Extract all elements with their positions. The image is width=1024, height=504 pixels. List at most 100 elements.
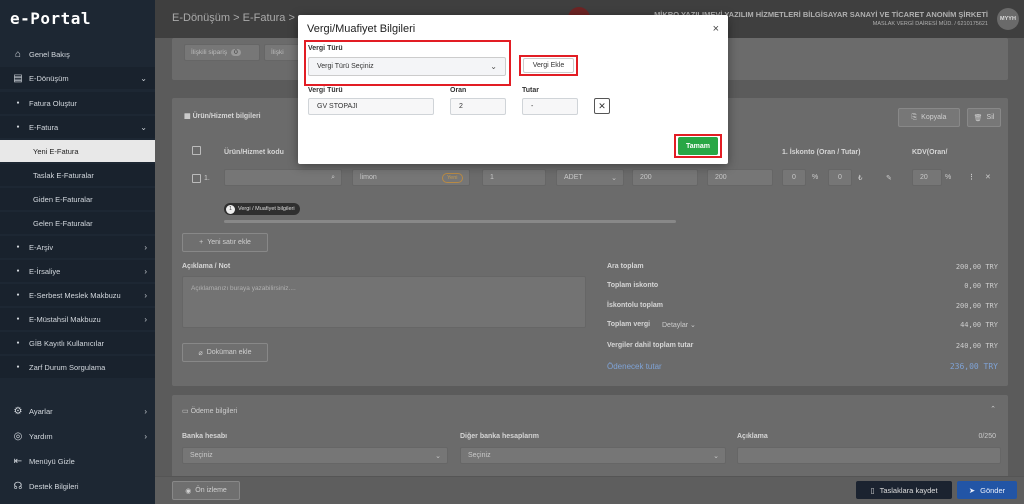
add-row-button[interactable]: + Yeni satır ekle: [182, 233, 268, 252]
price-value: 200: [640, 174, 652, 181]
sidebar-item-gelen-e-faturalar[interactable]: Gelen E-Faturalar: [0, 212, 155, 234]
sidebar-item-label: Yeni E-Fatura: [33, 146, 79, 156]
paperclip-icon: ⌀: [198, 349, 203, 357]
horizontal-scrollbar[interactable]: [224, 220, 676, 223]
sidebar-item-label: Yardım: [29, 431, 53, 441]
app-logo[interactable]: e-Portal: [10, 9, 91, 28]
sidebar-item-taslak-e-faturalar[interactable]: Taslak E-Faturalar: [0, 164, 155, 186]
sidebar-item-label: Zarf Durum Sorgulama: [29, 362, 106, 372]
avatar[interactable]: MYYH: [997, 8, 1019, 30]
chevron-right-icon: ›: [144, 314, 147, 324]
unit-value: ADET: [564, 174, 583, 181]
notes-label: Açıklama / Not: [182, 263, 231, 270]
tax-type-row-input[interactable]: GV STOPAJI: [308, 98, 434, 115]
bank-account-label: Banka hesabı: [182, 433, 228, 440]
tax-type-row-value: GV STOPAJI: [317, 103, 358, 110]
sidebar-item-hide-menu[interactable]: ⇤ Menüyü Gizle: [0, 450, 155, 472]
sidebar-item-e-mm[interactable]: ● E-Müstahsil Makbuzu ›: [0, 308, 155, 330]
price-input[interactable]: 200: [632, 169, 698, 186]
sidebar-item-envelope-status[interactable]: ● Zarf Durum Sorgulama: [0, 356, 155, 378]
discount-amount-value: 0: [838, 174, 842, 181]
sidebar-item-label: Destek Bilgileri: [29, 481, 79, 491]
chevron-down-icon: ⌄: [140, 122, 147, 132]
save-draft-label: Taslaklara kaydet: [879, 485, 938, 495]
bank-account-select[interactable]: Seçiniz ⌄: [182, 447, 448, 464]
copy-button[interactable]: ⎘ Kopyala: [898, 108, 960, 127]
bullet-icon: ●: [16, 268, 20, 274]
product-code-input[interactable]: ⌕: [224, 169, 342, 186]
chevron-up-icon[interactable]: ⌃: [990, 405, 996, 413]
sidebar-item-fatura-olustur[interactable]: ● Fatura Oluştur: [0, 92, 155, 114]
send-button[interactable]: ➤ Gönder: [957, 481, 1017, 499]
sidebar-item-gib-users[interactable]: ● GİB Kayıtlı Kullanıcılar: [0, 332, 155, 354]
unit-select[interactable]: ADET ⌄: [556, 169, 624, 186]
bookmark-icon: ▯: [870, 485, 875, 495]
kdv-input[interactable]: 20: [912, 169, 942, 186]
home-icon: ⌂: [14, 48, 22, 60]
preview-button[interactable]: ◉ Ön izleme: [172, 481, 240, 500]
copy-icon: ⎘: [911, 113, 918, 121]
quantity-input[interactable]: 1: [482, 169, 546, 186]
sidebar-item-e-irsaliye[interactable]: ● E-İrsaliye ›: [0, 260, 155, 282]
other-bank-label: Diğer banka hesaplarım: [460, 433, 539, 440]
sidebar-item-label: Ayarlar: [29, 406, 53, 416]
tax-type-select-value: Vergi Türü Seçiniz: [317, 63, 374, 70]
line-total-input[interactable]: 200: [707, 169, 773, 186]
sidebar-item-yeni-e-fatura[interactable]: Yeni E-Fatura: [0, 140, 155, 162]
delete-button[interactable]: 🗑 Sil: [967, 108, 1001, 127]
tax-exemption-pill[interactable]: 1 Vergi / Muafiyet bilgileri: [224, 203, 300, 215]
payment-desc-label: Açıklama: [737, 433, 768, 440]
add-tax-button[interactable]: Vergi Ekle: [523, 58, 574, 73]
column-product-code: Ürün/Hizmet kodu: [224, 149, 284, 156]
save-draft-button[interactable]: ▯ Taslaklara kaydet: [856, 481, 952, 499]
sidebar-item-help[interactable]: ◎ Yardım ›: [0, 425, 155, 447]
sidebar-item-e-donusum[interactable]: ▤ E-Dönüşüm ⌄: [0, 67, 155, 89]
send-icon: ➤: [968, 485, 976, 495]
sidebar-item-label: E-Müstahsil Makbuzu: [29, 314, 101, 324]
discount-rate-input[interactable]: 0: [782, 169, 806, 186]
payment-desc-counter: 0/250: [978, 433, 996, 440]
lira-icon: ₺: [858, 175, 863, 182]
tax-details-toggle[interactable]: Detaylar ⌄: [662, 321, 696, 329]
total-value-discounted: 200,00 TRY: [955, 302, 998, 310]
sidebar-item-overview[interactable]: ⌂ Genel Bakış: [0, 43, 155, 65]
headset-icon: ☊: [13, 480, 23, 492]
sidebar-item-e-arsiv[interactable]: ● E-Arşiv ›: [0, 236, 155, 258]
send-label: Gönder: [980, 485, 1006, 495]
sidebar-item-settings[interactable]: ⚙ Ayarlar ›: [0, 400, 155, 422]
document-icon: ▤: [13, 72, 23, 84]
sidebar-item-label: Gelen E-Faturalar: [33, 218, 93, 228]
row-checkbox[interactable]: [192, 174, 201, 183]
edit-icon[interactable]: ✎: [886, 174, 892, 182]
row-index: 1.: [204, 175, 210, 182]
notes-textarea[interactable]: Açıklamanızı buraya yazabilirsiniz....: [182, 276, 586, 328]
tax-exemption-modal: Vergi/Muafiyet Bilgileri × Vergi Türü Ve…: [298, 15, 728, 164]
discount-rate-value: 0: [792, 174, 796, 181]
remove-row-icon[interactable]: ✕: [985, 173, 991, 181]
tab-related-orders[interactable]: İlişkili sipariş 0: [184, 44, 260, 61]
discount-amount-input[interactable]: 0: [828, 169, 852, 186]
close-icon[interactable]: ×: [713, 23, 719, 35]
select-all-checkbox[interactable]: [192, 146, 201, 155]
total-label-with-tax: Vergiler dahil toplam tutar: [607, 342, 694, 349]
sidebar-item-e-fatura[interactable]: ● E-Fatura ⌄: [0, 116, 155, 138]
sidebar-item-giden-e-faturalar[interactable]: Giden E-Faturalar: [0, 188, 155, 210]
add-document-button[interactable]: ⌀ Doküman ekle: [182, 343, 268, 362]
ok-button[interactable]: Tamam: [678, 137, 718, 155]
column-rate: Oran: [450, 87, 467, 94]
tax-pill-count: 1: [226, 204, 235, 214]
sidebar-item-label: Genel Bakış: [29, 49, 70, 59]
tax-amount-input[interactable]: -: [522, 98, 578, 115]
other-bank-select[interactable]: Seçiniz ⌄: [460, 447, 726, 464]
tax-type-select[interactable]: Vergi Türü Seçiniz ⌄: [308, 57, 506, 76]
sidebar-item-e-smm[interactable]: ● E-Serbest Meslek Makbuzu ›: [0, 284, 155, 306]
more-icon[interactable]: ⋮: [968, 173, 975, 181]
total-label-discounted: İskontolu toplam: [607, 302, 663, 309]
total-value-with-tax: 240,00 TRY: [955, 342, 998, 350]
plus-icon: +: [199, 239, 204, 246]
payment-desc-input[interactable]: [737, 447, 1001, 464]
remove-tax-button[interactable]: ✕: [594, 98, 610, 114]
tax-rate-input[interactable]: 2: [450, 98, 506, 115]
sidebar-item-support[interactable]: ☊ Destek Bilgileri: [0, 475, 155, 497]
sidebar: e-Portal ⌂ Genel Bakış ▤ E-Dönüşüm ⌄ ● F…: [0, 0, 155, 504]
